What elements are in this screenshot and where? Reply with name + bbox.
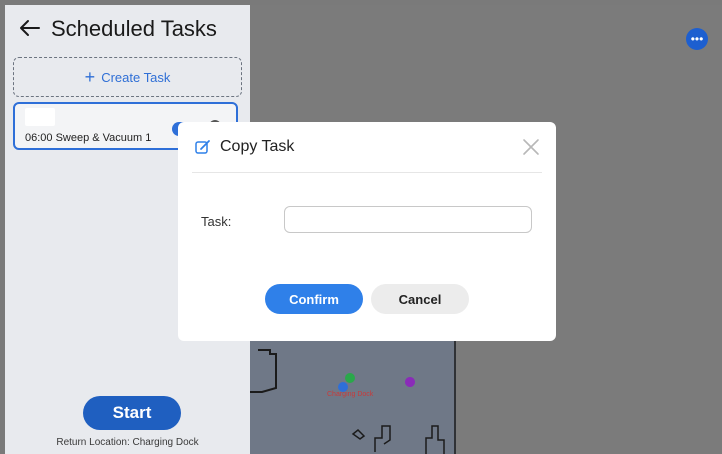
return-location: Return Location: Charging Dock — [56, 437, 199, 448]
charging-dock-marker — [345, 373, 355, 383]
more-icon[interactable]: ••• — [686, 28, 708, 50]
screen: Scheduled Tasks + Create Task 06:00 Swee… — [0, 0, 722, 454]
close-icon[interactable] — [522, 138, 540, 156]
task-input[interactable] — [284, 206, 532, 233]
page-title: Scheduled Tasks — [51, 16, 217, 41]
dialog-header: Copy Task — [178, 122, 556, 172]
dialog-title: Copy Task — [220, 138, 295, 155]
create-task-label: Create Task — [101, 69, 171, 85]
edit-icon — [195, 140, 210, 154]
create-task-button[interactable]: + Create Task — [13, 57, 242, 97]
panel-header: Scheduled Tasks — [5, 5, 250, 51]
start-button[interactable]: Start — [83, 396, 181, 430]
cancel-button[interactable]: Cancel — [371, 284, 469, 314]
plus-icon: + — [84, 67, 96, 87]
task-label: 06:00 Sweep & Vacuum 1 — [25, 132, 152, 144]
task-field-label: Task: — [201, 214, 232, 229]
copy-task-dialog: Copy Task Task: Confirm Cancel — [178, 122, 556, 341]
arrow-left-icon[interactable] — [19, 19, 41, 37]
task-thumbnail — [25, 108, 55, 126]
confirm-button[interactable]: Confirm — [265, 284, 363, 314]
charging-dock-label: Charging Dock — [327, 391, 374, 398]
dialog-divider — [192, 172, 542, 173]
